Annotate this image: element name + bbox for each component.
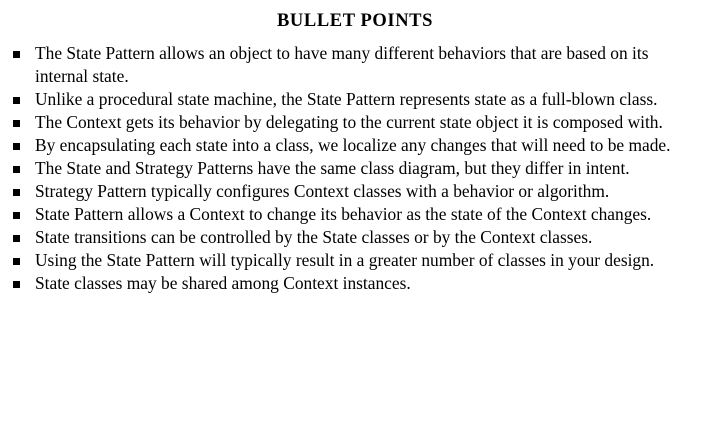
bullet-text: The State and Strategy Patterns have the… xyxy=(35,158,630,178)
square-bullet-icon xyxy=(13,189,20,196)
square-bullet-icon xyxy=(13,166,20,173)
page: BULLET POINTS The State Pattern allows a… xyxy=(0,0,702,443)
bullet-item: State classes may be shared among Contex… xyxy=(10,272,692,295)
bullet-text: The State Pattern allows an object to ha… xyxy=(35,43,649,86)
square-bullet-icon xyxy=(13,97,20,104)
square-bullet-icon xyxy=(13,51,20,58)
bullet-text: State classes may be shared among Contex… xyxy=(35,273,411,293)
square-bullet-icon xyxy=(13,281,20,288)
section-heading: BULLET POINTS xyxy=(276,11,434,31)
bullet-item: The State Pattern allows an object to ha… xyxy=(10,42,692,88)
bullet-item: State transitions can be controlled by t… xyxy=(10,226,692,249)
bullet-item: By encapsulating each state into a class… xyxy=(10,134,692,157)
square-bullet-icon xyxy=(13,143,20,150)
bullet-item: The Context gets its behavior by delegat… xyxy=(10,111,692,134)
bullet-list: The State Pattern allows an object to ha… xyxy=(10,42,692,295)
bullet-text: The Context gets its behavior by delegat… xyxy=(35,112,663,132)
bullet-item: Using the State Pattern will typically r… xyxy=(10,249,692,272)
bullet-item: Unlike a procedural state machine, the S… xyxy=(10,88,692,111)
bullet-item: The State and Strategy Patterns have the… xyxy=(10,157,692,180)
square-bullet-icon xyxy=(13,258,20,265)
bullet-text: State Pattern allows a Context to change… xyxy=(35,204,652,224)
bullet-text: By encapsulating each state into a class… xyxy=(35,135,671,155)
bullet-text: State transitions can be controlled by t… xyxy=(35,227,593,247)
bullet-text: Unlike a procedural state machine, the S… xyxy=(35,89,658,109)
bullet-text: Using the State Pattern will typically r… xyxy=(35,250,655,270)
bullet-text: Strategy Pattern typically configures Co… xyxy=(35,181,610,201)
square-bullet-icon xyxy=(13,235,20,242)
square-bullet-icon xyxy=(13,120,20,127)
square-bullet-icon xyxy=(13,212,20,219)
bullet-item: State Pattern allows a Context to change… xyxy=(10,203,692,226)
bullet-item: Strategy Pattern typically configures Co… xyxy=(10,180,692,203)
